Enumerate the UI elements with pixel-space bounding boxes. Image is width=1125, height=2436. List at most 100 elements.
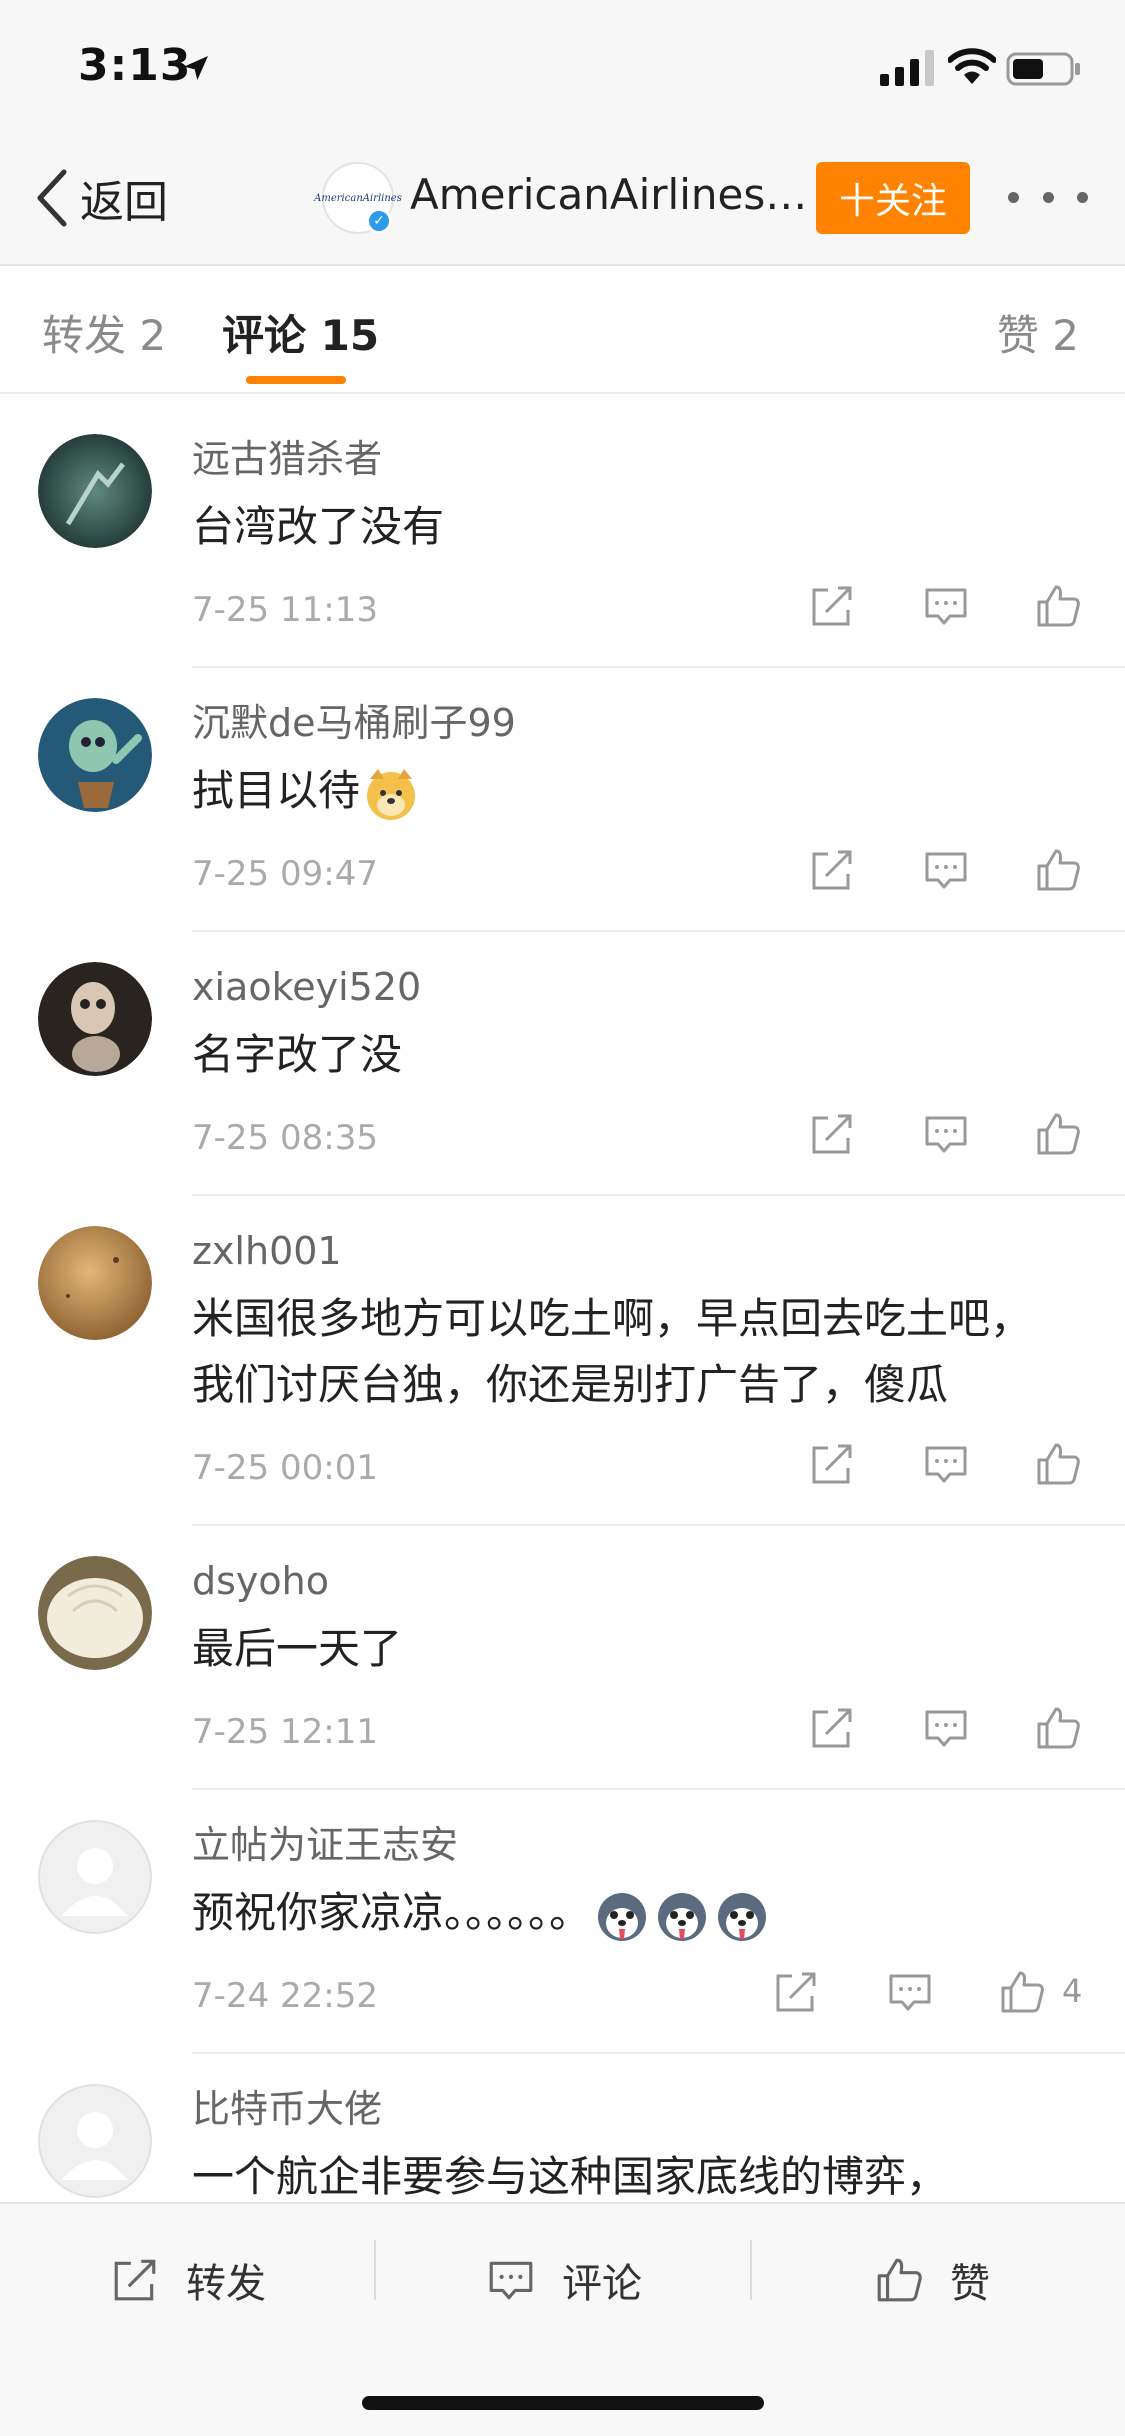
more-dot — [1042, 191, 1054, 203]
comment-meta: 7-25 12:11 — [192, 1696, 1125, 1788]
more-options-icon[interactable] — [1008, 172, 1088, 222]
thumbs-up-icon[interactable] — [1034, 1704, 1082, 1752]
bottom-action-bar: 转发 评论 赞 — [0, 2202, 1125, 2436]
more-dot — [1008, 191, 1019, 203]
comment-meta: 7-25 08:35 — [192, 1102, 1125, 1194]
comment-text-content: 预祝你家凉凉。。。。。。 — [192, 1888, 592, 1937]
comment-item: zxlh001 米国很多地方可以吃土啊，早点回去吃土吧，我们讨厌台独，你还是别打… — [38, 1196, 1125, 1526]
repost-icon[interactable] — [772, 1968, 820, 2016]
husky-emoji-icon — [658, 1892, 707, 1941]
like-button[interactable]: 赞 — [874, 2240, 990, 2320]
comment-icon[interactable] — [922, 1110, 970, 1158]
comment-text: 最后一天了 — [192, 1624, 403, 1673]
follow-button[interactable]: 十关注 — [816, 162, 970, 234]
comment-text: 台湾改了没有 — [192, 502, 445, 551]
comment-button[interactable]: 评论 — [486, 2240, 642, 2320]
user-avatar[interactable] — [38, 434, 152, 548]
comment-meta: 7-24 22:52 4 — [192, 1960, 1125, 2052]
comment-icon — [489, 2261, 533, 2300]
battery-icon — [1006, 52, 1080, 86]
comment-date: 7-25 11:13 — [192, 590, 378, 630]
chevron-left-icon — [37, 169, 67, 227]
comment-date: 7-25 09:47 — [192, 854, 378, 894]
more-dot — [1077, 191, 1088, 203]
status-time: 3:13 — [78, 40, 192, 91]
repost-icon — [114, 2259, 156, 2301]
user-avatar[interactable] — [38, 1820, 152, 1934]
comment-author[interactable]: zxlh001 — [192, 1196, 1125, 1276]
comment-icon[interactable] — [922, 846, 970, 894]
wifi-icon — [948, 48, 996, 84]
comment-author[interactable]: xiaokeyi520 — [192, 932, 1125, 1012]
comment-text: 拭目以待 — [192, 758, 1125, 824]
user-avatar[interactable] — [38, 962, 152, 1076]
verified-badge-icon: ✓ — [366, 208, 392, 234]
comment-item: 立帖为证王志安 预祝你家凉凉。。。。。。 7-24 22:52 4 — [38, 1790, 1125, 2054]
like-count: 4 — [1062, 1972, 1083, 2010]
cellular-signal-icon — [880, 50, 934, 86]
tab-likes[interactable]: 赞 2 — [997, 302, 1079, 363]
comment-item: 沉默de马桶刷子99 拭目以待 7-25 09:47 — [38, 668, 1125, 932]
comment-meta: 7-25 11:13 — [192, 574, 1125, 666]
repost-icon[interactable] — [808, 1704, 856, 1752]
repost-icon[interactable] — [808, 582, 856, 630]
comment-text: 米国很多地方可以吃土啊，早点回去吃土吧，我们讨厌台独，你还是别打广告了，傻瓜 — [192, 1294, 1033, 1409]
comment-icon[interactable] — [922, 582, 970, 630]
tab-reposts[interactable]: 转发 2 — [42, 302, 166, 363]
back-label: 返回 — [80, 177, 168, 228]
comment-icon[interactable] — [922, 1440, 970, 1488]
comment-text-content: 拭目以待 — [192, 766, 361, 815]
comment-icon[interactable] — [922, 1704, 970, 1752]
user-avatar[interactable] — [38, 1556, 152, 1670]
repost-icon[interactable] — [808, 1440, 856, 1488]
repost-icon[interactable] — [808, 1110, 856, 1158]
status-bar: 3:13 — [0, 0, 1125, 132]
divider — [750, 2240, 752, 2300]
back-button[interactable]: 返回 — [34, 166, 168, 230]
comment-date: 7-25 12:11 — [192, 1712, 378, 1752]
thumbs-up-icon[interactable] — [1034, 1110, 1082, 1158]
comment-meta: 7-25 09:47 — [192, 838, 1125, 930]
thumbs-up-icon[interactable] — [1034, 1440, 1082, 1488]
repost-label: 转发 — [186, 2261, 266, 2307]
comment-author[interactable]: 远古猎杀者 — [192, 404, 1125, 484]
comment-date: 7-24 22:52 — [192, 1976, 378, 2016]
thumbs-up-icon — [877, 2258, 922, 2302]
user-avatar[interactable] — [38, 1226, 152, 1340]
comment-label: 评论 — [562, 2261, 642, 2307]
comment-author[interactable]: dsyoho — [192, 1526, 1125, 1606]
user-avatar[interactable] — [38, 2084, 152, 2198]
tab-bar: 转发 2 评论 15 赞 2 — [0, 266, 1125, 394]
tab-comments[interactable]: 评论 15 — [222, 302, 379, 363]
repost-icon[interactable] — [808, 846, 856, 894]
doge-emoji-icon — [367, 768, 416, 820]
comment-item: 远古猎杀者 台湾改了没有 7-25 11:13 — [38, 404, 1125, 668]
divider — [374, 2240, 376, 2300]
comment-list[interactable]: 远古猎杀者 台湾改了没有 7-25 11:13 沉默de马桶刷子99 拭目以待 … — [0, 404, 1125, 2202]
comment-meta: 7-25 00:01 — [192, 1432, 1125, 1524]
comment-author[interactable]: 比特币大佬 — [192, 2054, 1125, 2134]
husky-emoji-icon — [718, 1892, 767, 1941]
husky-emoji-icon — [598, 1892, 647, 1941]
comment-item: dsyoho 最后一天了 7-25 12:11 — [38, 1526, 1125, 1790]
comment-date: 7-25 00:01 — [192, 1448, 378, 1488]
comment-item: 比特币大佬 一个航企非要参与这种国家底线的博弈， — [38, 2054, 1125, 2202]
home-indicator[interactable] — [362, 2396, 764, 2410]
thumbs-up-icon[interactable] — [998, 1968, 1046, 2016]
comment-text: 名字改了没 — [192, 1030, 403, 1079]
active-tab-indicator — [246, 376, 346, 384]
comment-icon[interactable] — [886, 1968, 934, 2016]
comment-author[interactable]: 立帖为证王志安 — [192, 1790, 1125, 1870]
comment-author[interactable]: 沉默de马桶刷子99 — [192, 668, 1125, 748]
account-name[interactable]: AmericanAirlines… — [410, 170, 810, 219]
thumbs-up-icon[interactable] — [1034, 582, 1082, 630]
comment-date: 7-25 08:35 — [192, 1118, 378, 1158]
account-avatar-logo: AmericanAirlines — [314, 192, 402, 204]
nav-bar: 返回 AmericanAirlines ✓ AmericanAirlines… … — [0, 132, 1125, 266]
thumbs-up-icon[interactable] — [1034, 846, 1082, 894]
location-arrow-icon — [184, 56, 208, 80]
comment-text: 预祝你家凉凉。。。。。。 — [192, 1880, 1125, 1946]
repost-button[interactable]: 转发 — [110, 2240, 266, 2320]
comment-item: xiaokeyi520 名字改了没 7-25 08:35 — [38, 932, 1125, 1196]
user-avatar[interactable] — [38, 698, 152, 812]
